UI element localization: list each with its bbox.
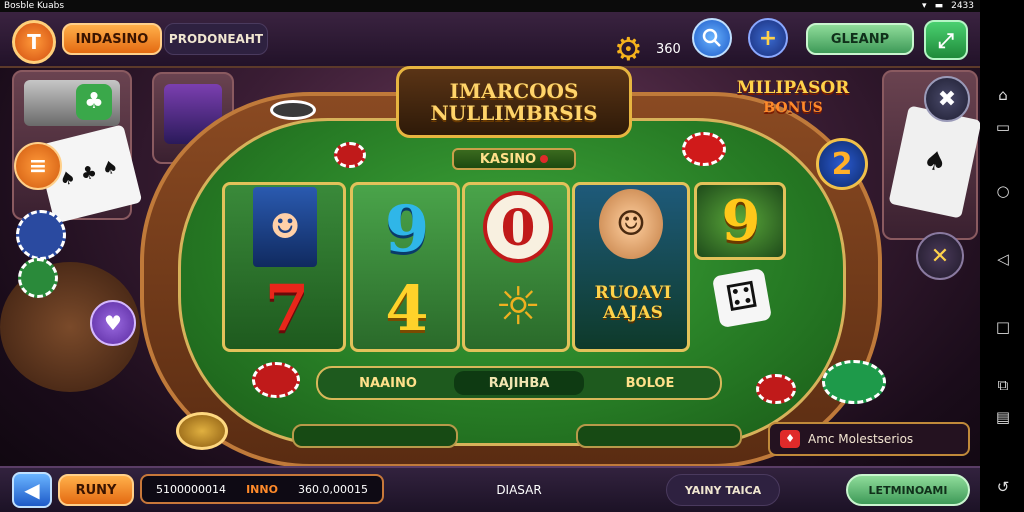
- side-banner-sub: BONUS: [763, 100, 823, 116]
- keyboard-icon[interactable]: ▤: [994, 408, 1012, 426]
- promo-tab[interactable]: PRODONEAHT: [164, 23, 268, 55]
- menu-icon: ≡: [28, 153, 48, 179]
- shield-icon: ♦: [780, 430, 800, 448]
- heart-button[interactable]: ♥: [90, 300, 136, 346]
- character-icon: ☻: [253, 187, 317, 267]
- multiplier-badge: 2: [816, 138, 868, 190]
- option-1[interactable]: NAAINO: [326, 372, 450, 394]
- reel-1[interactable]: ☻ 7: [222, 182, 346, 352]
- status-bar: Bosble Kuabs ▾ ▬ 2433: [0, 0, 980, 12]
- info-text: Amc Molestserios: [808, 432, 914, 446]
- chip-red-small: [334, 142, 366, 168]
- close-button[interactable]: ✖: [924, 76, 970, 122]
- chip-red: [682, 132, 726, 166]
- game-title-line2: NULLIMBRSIS: [430, 101, 598, 125]
- menu-button[interactable]: ≡: [14, 142, 62, 190]
- window-icon[interactable]: ▭: [994, 118, 1012, 136]
- win-label: INNO: [246, 482, 278, 496]
- coin-icon: [176, 412, 228, 450]
- center-label-text: KASINO: [479, 151, 537, 167]
- balance-value: 5100000014: [156, 482, 227, 496]
- secondary-button-label: YAINY TAICA: [684, 483, 762, 497]
- home-icon[interactable]: ○: [994, 182, 1012, 200]
- reel-5[interactable]: 9: [694, 182, 786, 260]
- status-time: 2433: [951, 1, 974, 11]
- bet-slot-left[interactable]: [292, 424, 458, 448]
- expand-button[interactable]: ⤢: [924, 20, 968, 60]
- card-icon-right: ♠: [888, 105, 982, 219]
- bet-button[interactable]: RUNY: [58, 474, 134, 506]
- x-icon: ✕: [930, 243, 950, 269]
- logo-icon: T: [27, 30, 41, 54]
- mode-button-label: INDASINO: [75, 31, 149, 47]
- chip-green: [18, 258, 58, 298]
- rotate-icon[interactable]: ↺: [994, 478, 1012, 496]
- screenshot-icon[interactable]: ⧉: [994, 376, 1012, 394]
- sun-mask-icon: ☼: [494, 275, 542, 337]
- card-icon: ♣: [76, 84, 112, 120]
- reel-symbol-9b: 9: [721, 188, 761, 254]
- bet-button-label: RUNY: [75, 482, 117, 498]
- reel-symbol-7: 7: [264, 270, 310, 346]
- dot-icon: [540, 155, 549, 163]
- bottom-center-text: DIASAR: [496, 483, 542, 497]
- coin-balance: 360: [656, 42, 681, 57]
- option-2[interactable]: RAJIHBA: [454, 371, 584, 395]
- win-value: 360.0,00015: [297, 482, 368, 496]
- bottom-bar: ◀ RUNY 5100000014 INNO 360.0,00015 DIASA…: [0, 466, 980, 512]
- side-banner-title: MILIPASOR: [736, 78, 850, 98]
- reel-symbol-0: 0: [483, 191, 553, 263]
- secondary-button[interactable]: YAINY TAICA: [666, 474, 780, 506]
- system-nav-bar: ⌂ ▭ ○ ◁ □ ⧉ ▤ ↺: [980, 0, 1024, 512]
- dice-icon: ⚃: [711, 267, 773, 329]
- dismiss-button[interactable]: ✕: [916, 232, 964, 280]
- home-outline-icon[interactable]: ⌂: [994, 86, 1012, 104]
- game-logo-button[interactable]: T: [12, 20, 56, 64]
- cta-button-label: GLEANP: [830, 31, 890, 47]
- game-screen: Bosble Kuabs ▾ ▬ 2433 T INDASINO PRODONE…: [0, 0, 1024, 512]
- expand-icon: ⤢: [938, 28, 954, 52]
- center-label: KASINO: [452, 148, 576, 170]
- option-3[interactable]: BOLOE: [588, 372, 712, 394]
- side-banner: MILIPASOR BONUS: [712, 78, 874, 124]
- status-left-text: Bosble Kuabs: [4, 1, 65, 11]
- add-button[interactable]: +: [748, 18, 788, 58]
- table-options: NAAINO RAJIHBA BOLOE: [316, 366, 722, 400]
- reel-symbol-4: 4: [385, 271, 429, 345]
- gear-icon[interactable]: ⚙: [614, 32, 648, 66]
- recents-icon[interactable]: □: [994, 318, 1012, 336]
- reel-2[interactable]: 9 4: [350, 182, 460, 352]
- bet-slot-right[interactable]: [576, 424, 742, 448]
- back-button[interactable]: ◀: [12, 472, 52, 508]
- heart-icon: ♥: [104, 311, 122, 335]
- game-title-line1: IMARCOOS: [449, 79, 579, 103]
- chip-green-right: [822, 360, 886, 404]
- wifi-icon: ▾: [922, 1, 927, 11]
- plus-icon: +: [758, 25, 778, 51]
- close-icon: ✖: [937, 86, 957, 112]
- chip-blue: [16, 210, 66, 260]
- reel-3[interactable]: 0 ☼: [462, 182, 570, 352]
- chip-red-right: [756, 374, 796, 404]
- reel-symbol-9: 9: [384, 191, 430, 267]
- promo-tab-label: PRODONEAHT: [168, 32, 264, 46]
- battery-icon: ▬: [934, 1, 944, 11]
- primary-button[interactable]: LETMINOAMI: [846, 474, 970, 506]
- primary-button-label: LETMINOAMI: [868, 483, 948, 497]
- reel-4[interactable]: ☺ RUOAVI AAJAS: [572, 182, 690, 352]
- search-button[interactable]: [692, 18, 732, 58]
- chip-red-table: [252, 362, 300, 398]
- mode-button[interactable]: INDASINO: [62, 23, 162, 55]
- reel-text-symbol: RUOAVI AAJAS: [594, 283, 672, 323]
- game-title: IMARCOOS NULLIMBRSIS: [396, 66, 632, 138]
- character-icon-2: ☺: [599, 189, 663, 259]
- cta-button[interactable]: GLEANP: [806, 23, 914, 55]
- back-nav-icon[interactable]: ◁: [994, 250, 1012, 268]
- balance-field: 5100000014 INNO 360.0,00015: [140, 474, 384, 504]
- arrow-left-icon: ◀: [24, 478, 40, 502]
- search-icon: [702, 28, 721, 47]
- chip-black: [270, 100, 316, 120]
- top-bar: T INDASINO PRODONEAHT ⚙ 360 + GLEANP ⤢: [0, 12, 980, 68]
- info-box: ♦ Amc Molestserios: [768, 422, 970, 456]
